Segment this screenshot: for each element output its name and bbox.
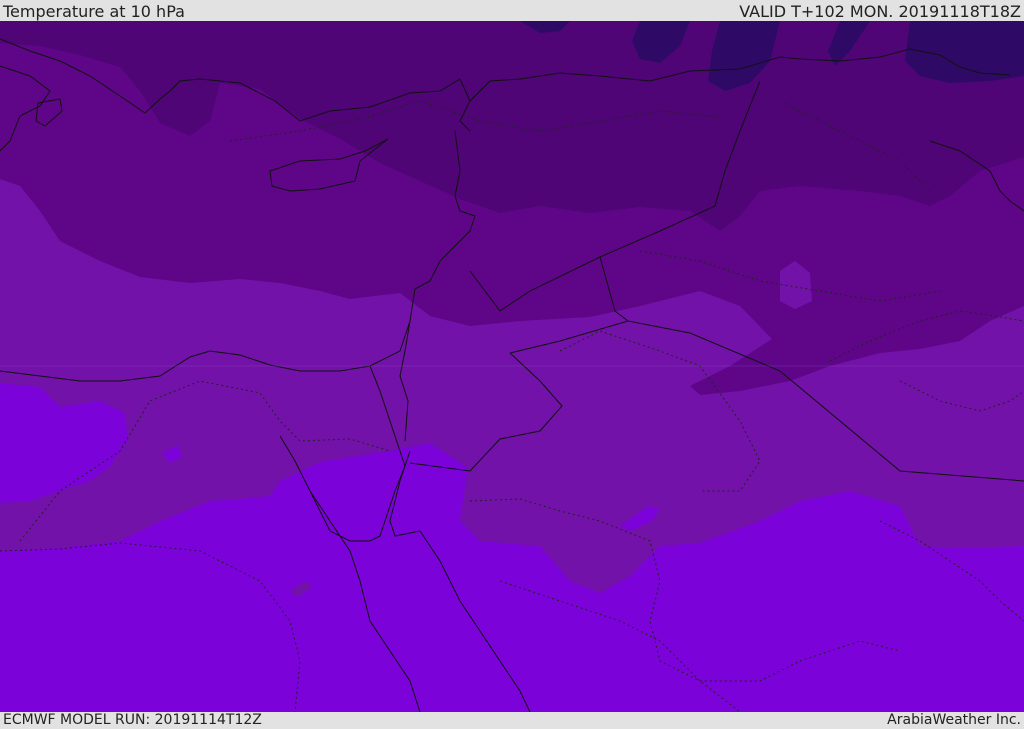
credit: ArabiaWeather Inc. [887,712,1021,728]
valid-time: VALID T+102 MON. 20191118T18Z [739,2,1021,21]
model-run: ECMWF MODEL RUN: 20191114T12Z [3,712,262,728]
temperature-map [0,21,1024,712]
footer-bar: ECMWF MODEL RUN: 20191114T12Z ArabiaWeat… [0,712,1024,729]
header-bar: Temperature at 10 hPa VALID T+102 MON. 2… [0,0,1024,21]
map-title: Temperature at 10 hPa [3,2,185,21]
